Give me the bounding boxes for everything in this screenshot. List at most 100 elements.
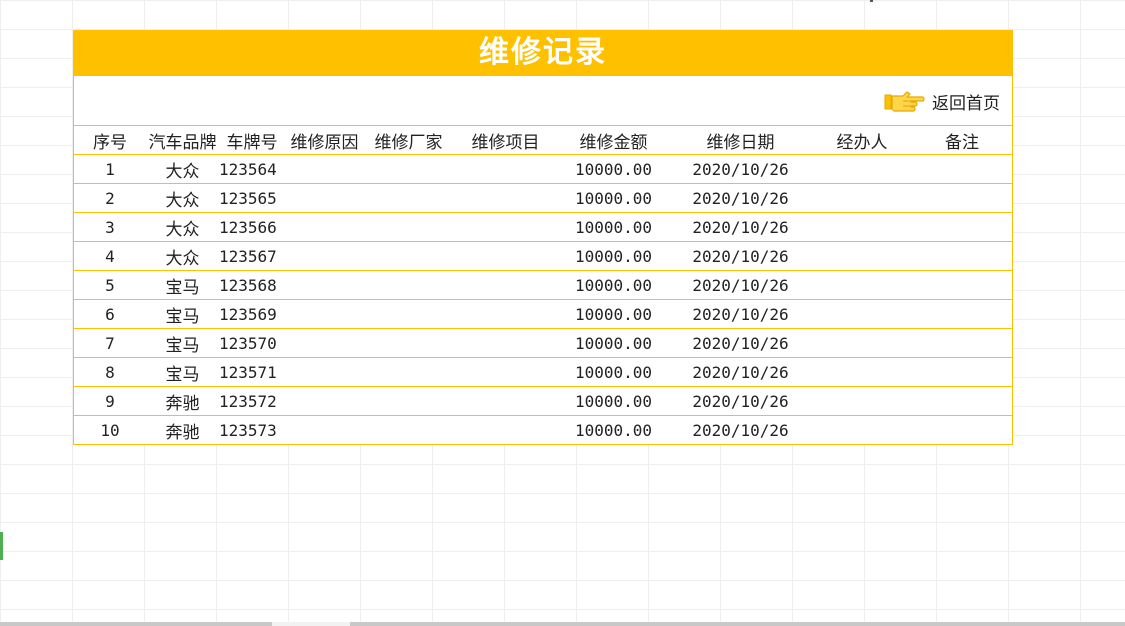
cell-index[interactable]: 10	[74, 416, 146, 445]
col-header-amount[interactable]: 维修金额	[558, 126, 669, 155]
cell-item[interactable]	[453, 270, 558, 300]
cell-item[interactable]	[453, 183, 558, 213]
cell-date[interactable]: 2020/10/26	[669, 299, 812, 329]
cell-vendor[interactable]	[364, 270, 453, 300]
cell-index[interactable]: 2	[74, 183, 146, 213]
cell-amount[interactable]: 10000.00	[558, 357, 669, 387]
cell-date[interactable]: 2020/10/26	[669, 212, 812, 242]
cell-reason[interactable]	[285, 212, 364, 242]
horizontal-scrollbar-thumb[interactable]	[350, 622, 1125, 626]
table-row[interactable]: 2 大众 123565 10000.00 2020/10/26	[74, 183, 1012, 213]
cell-notes[interactable]	[912, 241, 1012, 271]
cell-index[interactable]: 7	[74, 328, 146, 358]
cell-reason[interactable]	[285, 241, 364, 271]
cell-notes[interactable]	[912, 212, 1012, 242]
cell-brand[interactable]: 宝马	[146, 328, 219, 358]
cell-item[interactable]	[453, 357, 558, 387]
cell-handler[interactable]	[812, 183, 912, 213]
cell-notes[interactable]	[912, 328, 1012, 358]
cell-brand[interactable]: 大众	[146, 183, 219, 213]
cell-amount[interactable]: 10000.00	[558, 328, 669, 358]
cell-date[interactable]: 2020/10/26	[669, 241, 812, 271]
cell-brand[interactable]: 宝马	[146, 299, 219, 329]
cell-brand[interactable]: 大众	[146, 212, 219, 242]
cell-amount[interactable]: 10000.00	[558, 386, 669, 416]
cell-reason[interactable]	[285, 386, 364, 416]
cell-plate[interactable]: 123572	[219, 386, 285, 416]
col-header-notes[interactable]: 备注	[912, 126, 1012, 155]
cell-index[interactable]: 9	[74, 386, 146, 416]
cell-handler[interactable]	[812, 416, 912, 445]
cell-vendor[interactable]	[364, 212, 453, 242]
cell-brand[interactable]: 大众	[146, 241, 219, 271]
cell-plate[interactable]: 123564	[219, 154, 285, 184]
table-row[interactable]: 7 宝马 123570 10000.00 2020/10/26	[74, 328, 1012, 358]
cell-handler[interactable]	[812, 270, 912, 300]
cell-plate[interactable]: 123567	[219, 241, 285, 271]
cell-index[interactable]: 4	[74, 241, 146, 271]
cell-notes[interactable]	[912, 183, 1012, 213]
cell-notes[interactable]	[912, 270, 1012, 300]
cell-index[interactable]: 5	[74, 270, 146, 300]
cell-date[interactable]: 2020/10/26	[669, 183, 812, 213]
cell-plate[interactable]: 123565	[219, 183, 285, 213]
cell-brand[interactable]: 宝马	[146, 357, 219, 387]
table-row[interactable]: 6 宝马 123569 10000.00 2020/10/26	[74, 299, 1012, 329]
spreadsheet-canvas[interactable]: 维修记录 返回首页 序号 汽车品牌 车牌号 维修原因 维修厂家 维修项目 维修金…	[0, 0, 1125, 626]
cell-notes[interactable]	[912, 357, 1012, 387]
cell-brand[interactable]: 奔驰	[146, 386, 219, 416]
cell-handler[interactable]	[812, 241, 912, 271]
cell-plate[interactable]: 123566	[219, 212, 285, 242]
cell-handler[interactable]	[812, 212, 912, 242]
cell-brand[interactable]: 奔驰	[146, 416, 219, 445]
cell-vendor[interactable]	[364, 386, 453, 416]
cell-vendor[interactable]	[364, 183, 453, 213]
cell-index[interactable]: 1	[74, 154, 146, 184]
cell-amount[interactable]: 10000.00	[558, 154, 669, 184]
cell-plate[interactable]: 123570	[219, 328, 285, 358]
cell-notes[interactable]	[912, 386, 1012, 416]
cell-amount[interactable]: 10000.00	[558, 183, 669, 213]
cell-plate[interactable]: 123573	[219, 416, 285, 445]
cell-reason[interactable]	[285, 270, 364, 300]
cell-reason[interactable]	[285, 416, 364, 445]
cell-handler[interactable]	[812, 357, 912, 387]
cell-vendor[interactable]	[364, 154, 453, 184]
cell-reason[interactable]	[285, 328, 364, 358]
cell-index[interactable]: 3	[74, 212, 146, 242]
cell-amount[interactable]: 10000.00	[558, 241, 669, 271]
cell-amount[interactable]: 10000.00	[558, 270, 669, 300]
cell-brand[interactable]: 大众	[146, 154, 219, 184]
cell-plate[interactable]: 123569	[219, 299, 285, 329]
table-row[interactable]: 5 宝马 123568 10000.00 2020/10/26	[74, 270, 1012, 300]
cell-item[interactable]	[453, 328, 558, 358]
cell-date[interactable]: 2020/10/26	[669, 328, 812, 358]
cell-reason[interactable]	[285, 154, 364, 184]
cell-reason[interactable]	[285, 183, 364, 213]
table-row[interactable]: 8 宝马 123571 10000.00 2020/10/26	[74, 357, 1012, 387]
cell-brand[interactable]: 宝马	[146, 270, 219, 300]
col-header-date[interactable]: 维修日期	[669, 126, 812, 155]
cell-item[interactable]	[453, 241, 558, 271]
col-header-reason[interactable]: 维修原因	[285, 126, 364, 155]
cell-item[interactable]	[453, 416, 558, 445]
cell-item[interactable]	[453, 386, 558, 416]
cell-vendor[interactable]	[364, 328, 453, 358]
cell-item[interactable]	[453, 154, 558, 184]
cell-item[interactable]	[453, 212, 558, 242]
cell-vendor[interactable]	[364, 357, 453, 387]
col-header-handler[interactable]: 经办人	[812, 126, 912, 155]
col-header-vendor[interactable]: 维修厂家	[364, 126, 453, 155]
table-row[interactable]: 10 奔驰 123573 10000.00 2020/10/26	[74, 416, 1012, 445]
col-header-brand[interactable]: 汽车品牌	[146, 126, 219, 155]
cell-handler[interactable]	[812, 154, 912, 184]
cell-handler[interactable]	[812, 299, 912, 329]
cell-amount[interactable]: 10000.00	[558, 299, 669, 329]
cell-amount[interactable]: 10000.00	[558, 416, 669, 445]
cell-notes[interactable]	[912, 154, 1012, 184]
cell-date[interactable]: 2020/10/26	[669, 386, 812, 416]
cell-date[interactable]: 2020/10/26	[669, 154, 812, 184]
cell-amount[interactable]: 10000.00	[558, 212, 669, 242]
cell-reason[interactable]	[285, 299, 364, 329]
table-row[interactable]: 3 大众 123566 10000.00 2020/10/26	[74, 212, 1012, 242]
